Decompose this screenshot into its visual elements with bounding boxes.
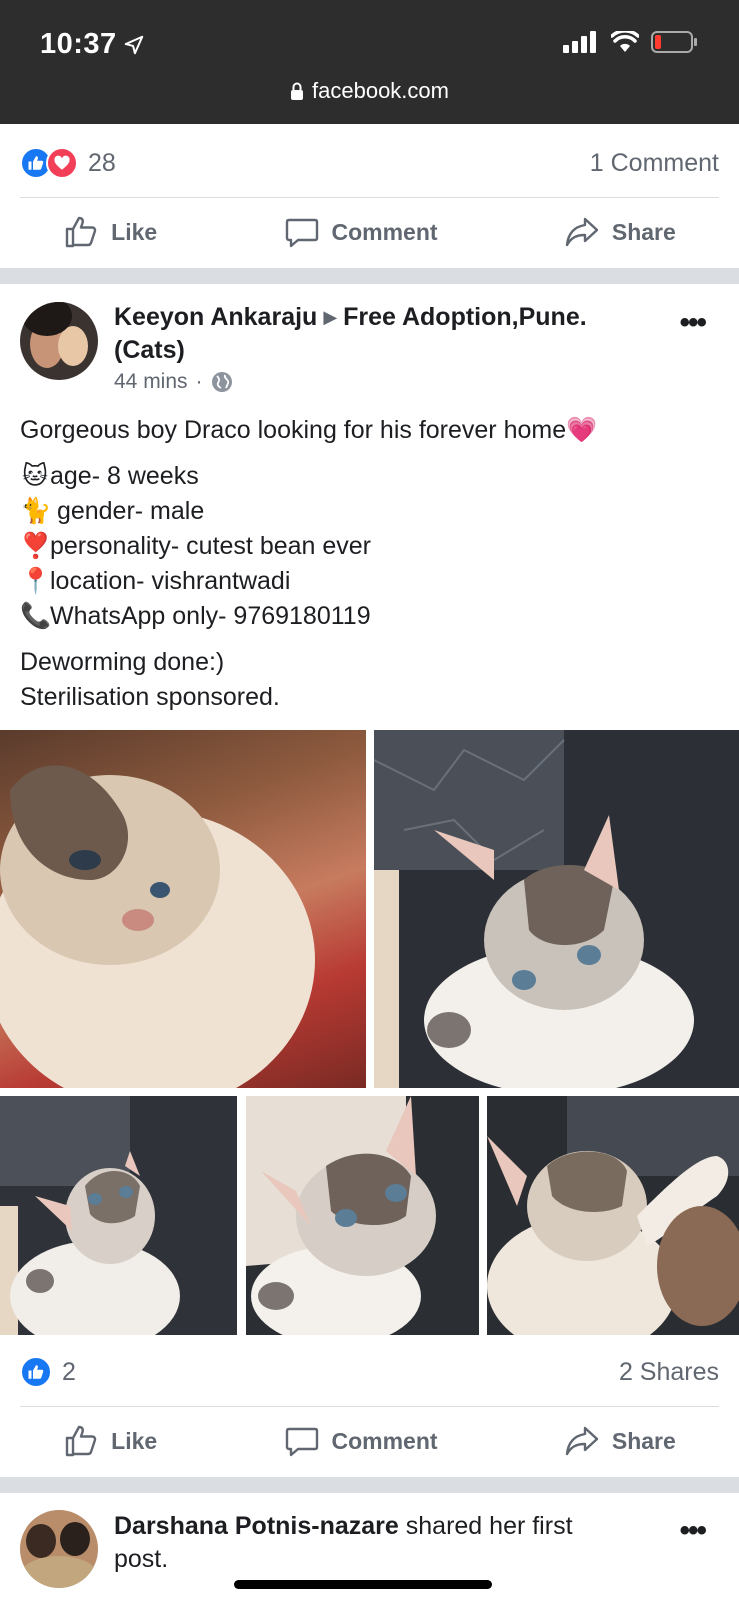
location-arrow-icon — [124, 35, 143, 54]
comment-bubble-icon — [285, 1427, 318, 1457]
address-bar[interactable]: facebook.com — [0, 78, 739, 104]
detail-age: 🐱age- 8 weeks — [20, 459, 719, 494]
like-button[interactable]: Like — [63, 214, 157, 250]
thumbs-up-icon — [65, 216, 97, 248]
status-time: 10:37 — [40, 28, 145, 61]
comment-bubble-icon — [285, 218, 318, 248]
url-text: facebook.com — [312, 78, 449, 103]
reaction-icons[interactable] — [20, 147, 78, 179]
post-actions: Like Comment Share — [0, 1407, 739, 1475]
wifi-icon — [611, 31, 639, 52]
kitten-photo-1[interactable] — [0, 730, 366, 1088]
thumbs-up-icon — [65, 1425, 97, 1457]
previous-post-actions: Like Comment Share — [0, 198, 739, 266]
post-author-line: Keeyon Ankaraju ▶ Free Adoption,Pune. (Cat… — [114, 301, 619, 367]
kitten-photo-4[interactable] — [246, 1096, 479, 1335]
share-label: Share — [611, 1427, 676, 1454]
post-meta: 44 mins · — [114, 370, 233, 394]
headline-text: Gorgeous boy Draco looking for his forev… — [20, 416, 567, 444]
kitten-illustration — [487, 1096, 739, 1335]
time-text: 10:37 — [40, 28, 117, 60]
detail-location: 📍location- vishrantwadi — [20, 564, 719, 599]
share-arrow-icon — [565, 217, 599, 247]
share-button[interactable]: Share — [564, 214, 676, 250]
author-name[interactable]: Keeyon Ankaraju — [114, 303, 317, 331]
share-count[interactable]: 2 Shares — [619, 1358, 719, 1387]
like-reaction-icon — [20, 1356, 52, 1388]
kitten-illustration — [246, 1096, 479, 1335]
kitten-photo-2[interactable] — [374, 730, 739, 1088]
share-label: Share — [611, 218, 676, 245]
next-post-action-text-2: post. — [114, 1545, 169, 1573]
footer-line-sterilisation: Sterilisation sponsored. — [20, 683, 280, 711]
group-name-line2[interactable]: (Cats) — [114, 336, 185, 364]
more-options-icon[interactable]: ••• — [679, 306, 706, 340]
love-reaction-icon — [46, 147, 78, 179]
like-button[interactable]: Like — [63, 1423, 157, 1459]
share-button[interactable]: Share — [564, 1423, 676, 1459]
phone-icon: 📞 — [20, 602, 52, 630]
group-name[interactable]: Free Adoption,Pune. — [343, 303, 587, 331]
feed-separator — [0, 268, 739, 284]
caret-right-icon: ▶ — [323, 307, 338, 327]
post-reactions: 2 2 Shares — [20, 1340, 719, 1404]
globe-icon — [211, 372, 232, 392]
kitten-illustration — [0, 1096, 180, 1335]
post-body: Gorgeous boy Draco looking for his forev… — [20, 413, 719, 715]
next-post-avatar[interactable] — [20, 1510, 98, 1588]
previous-post-reactions: 28 1 Comment — [20, 131, 719, 195]
comment-label: Comment — [331, 218, 438, 245]
author-avatar[interactable] — [20, 302, 98, 380]
comment-count[interactable]: 1 Comment — [590, 149, 719, 178]
cat-face-icon: 🐱 — [21, 462, 49, 490]
comment-button[interactable]: Comment — [284, 1423, 438, 1459]
reaction-count[interactable]: 28 — [88, 149, 116, 178]
next-author-name[interactable]: Darshana Potnis-nazare — [114, 1512, 399, 1540]
post-timestamp[interactable]: 44 mins — [114, 370, 188, 394]
heart-exclamation-icon: ❣️ — [20, 532, 52, 560]
footer-line-deworming: Deworming done:) — [20, 648, 225, 676]
reaction-count[interactable]: 2 — [62, 1358, 76, 1387]
sparkling-heart-icon: 💗 — [566, 416, 598, 444]
kitten-illustration — [374, 730, 694, 1088]
comment-button[interactable]: Comment — [284, 214, 438, 250]
detail-phone: 📞WhatsApp only- 9769180119 — [20, 599, 719, 634]
like-label: Like — [111, 218, 158, 245]
share-arrow-icon — [565, 1426, 599, 1456]
pushpin-icon: 📍 — [20, 567, 52, 595]
status-icons — [563, 30, 699, 54]
kitten-photo-5[interactable] — [487, 1096, 739, 1335]
next-post-author-line: Darshana Potnis-nazare shared her first … — [114, 1510, 619, 1576]
kitten-illustration — [0, 765, 315, 1088]
like-label: Like — [111, 1427, 158, 1454]
next-post-action-text: shared her first — [398, 1512, 573, 1540]
comment-label: Comment — [331, 1427, 438, 1454]
cat-icon: 🐈 — [20, 497, 52, 525]
meta-separator: · — [195, 370, 203, 393]
kitten-photo-3[interactable] — [0, 1096, 237, 1335]
battery-low-icon — [651, 31, 697, 53]
detail-gender: 🐈 gender- male — [20, 494, 719, 529]
browser-top-bar: 10:37 facebook.com — [0, 0, 739, 124]
detail-personality: ❣️personality- cutest bean ever — [20, 529, 719, 564]
lock-icon — [291, 82, 304, 100]
reaction-icons[interactable] — [20, 1356, 52, 1388]
signal-icon — [563, 31, 596, 53]
feed-separator — [0, 1477, 739, 1493]
more-options-icon[interactable]: ••• — [679, 1514, 706, 1548]
home-indicator[interactable] — [234, 1580, 492, 1589]
post-headline: Gorgeous boy Draco looking for his forev… — [20, 413, 719, 448]
